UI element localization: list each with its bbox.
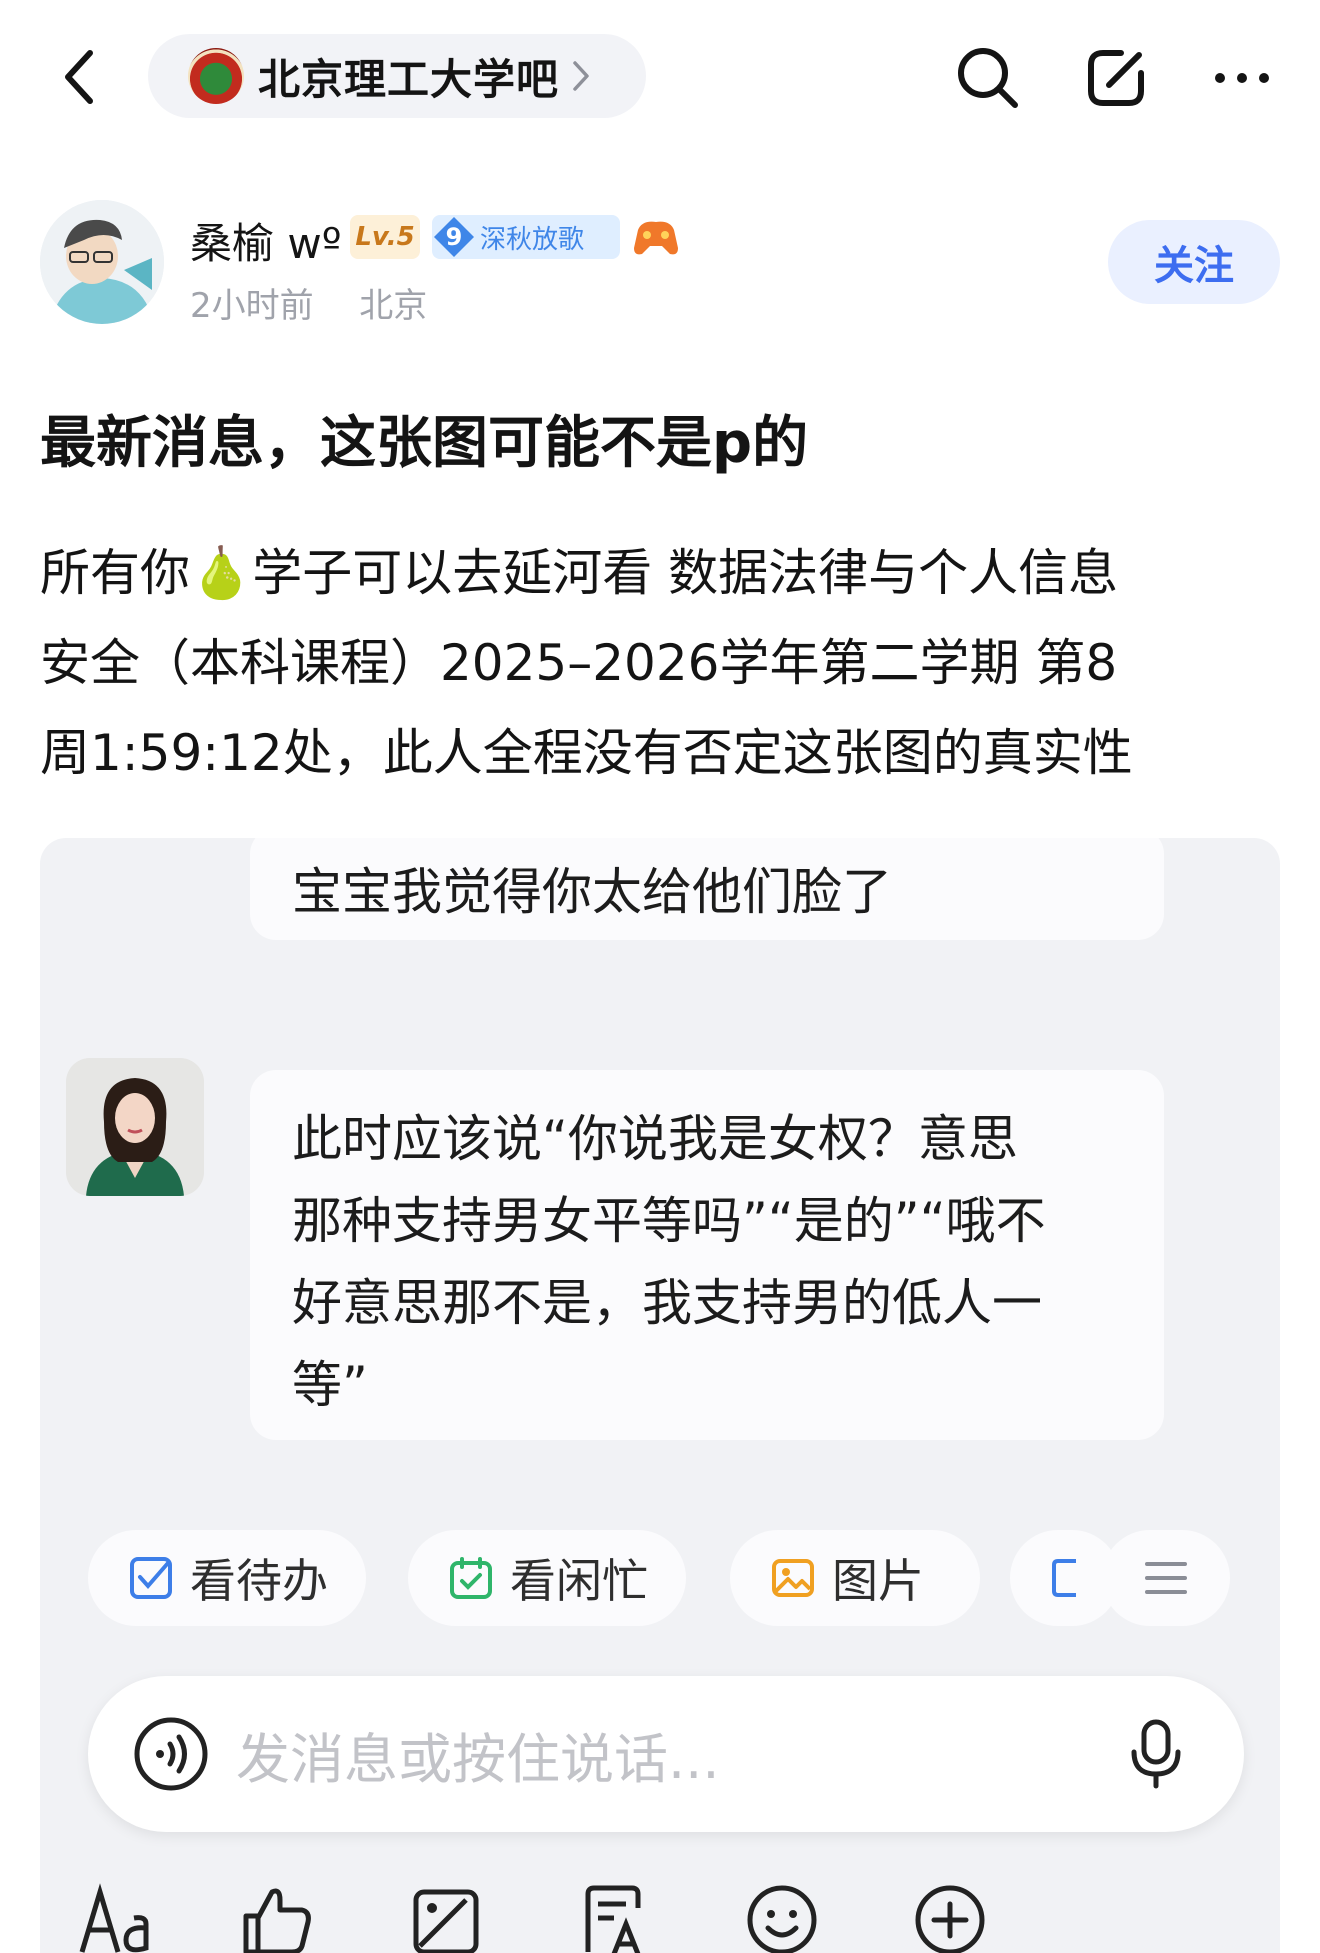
menu-icon	[1145, 1562, 1187, 1594]
post-body-line: 安全（本科课程）2025–2026学年第二学期 第8	[40, 634, 1118, 692]
edit-icon	[1088, 50, 1144, 106]
assistant-avatar	[66, 1058, 204, 1196]
chevron-left-icon	[65, 50, 93, 104]
post-location: 北京	[359, 286, 428, 326]
back-button[interactable]	[50, 42, 110, 112]
chip-image[interactable]: 图片	[730, 1530, 980, 1626]
like-button[interactable]	[236, 1878, 316, 1953]
input-placeholder: 发消息或按住说话...	[236, 1727, 720, 1791]
chip-label: 看待办	[190, 1554, 328, 1608]
chat-toolbar	[40, 1878, 1280, 1953]
chip-label: 看闲忙	[510, 1554, 648, 1608]
forum-name: 北京理工大学吧	[258, 54, 560, 104]
chat-bubble-text: 宝宝我觉得你太给他们脸了	[292, 863, 892, 921]
thumbs-up-icon	[243, 1888, 311, 1953]
more-button[interactable]	[1206, 42, 1278, 114]
post-meta: 2小时前 北京	[190, 278, 427, 327]
voice-wave-icon	[134, 1717, 208, 1791]
add-button[interactable]	[910, 1878, 990, 1953]
photo-icon	[413, 1889, 479, 1953]
portrait-photo	[66, 1058, 204, 1196]
document-icon	[1050, 1555, 1080, 1601]
chip-label: 图片	[832, 1554, 924, 1608]
chat-bubble-line: 此时应该说“你说我是女权？意思	[292, 1110, 1018, 1168]
top-nav-bar: 北京理工大学吧	[0, 0, 1320, 150]
emoji-button[interactable]	[742, 1878, 822, 1953]
calendar-icon	[448, 1555, 494, 1601]
post-body: 所有你🍐学子可以去延河看 数据法律与个人信息 安全（本科课程）2025–2026…	[40, 528, 1290, 798]
chat-bubble-line: 那种支持男女平等吗”“是的”“哦不	[292, 1192, 1046, 1250]
chat-bubble-line: 等”	[292, 1356, 368, 1414]
chat-bubble-top: 宝宝我觉得你太给他们脸了	[250, 838, 1164, 940]
chat-bubble-line: 好意思那不是，我支持男的低人一	[292, 1274, 1042, 1332]
search-button[interactable]	[952, 42, 1024, 114]
post-body-line: 周1:59:12处，此人全程没有否定这张图的真实性	[40, 724, 1133, 782]
microphone-icon[interactable]	[1126, 1718, 1186, 1790]
medal-number: 9	[434, 217, 474, 257]
post-title: 最新消息，这张图可能不是p的	[40, 411, 809, 476]
image-icon	[770, 1555, 816, 1601]
chip-todo[interactable]: 看待办	[88, 1530, 366, 1626]
chat-bubble-main: 此时应该说“你说我是女权？意思 那种支持男女平等吗”“是的”“哦不 好意思那不是…	[250, 1070, 1164, 1440]
medal-badge: 9 深秋放歌	[432, 215, 620, 259]
medal-text: 深秋放歌	[480, 224, 585, 255]
post-body-line: 所有你🍐学子可以去延河看 数据法律与个人信息	[40, 544, 1119, 602]
more-chips-button[interactable]	[1102, 1530, 1230, 1626]
search-icon	[958, 48, 1018, 108]
level-badge: Lv.5	[350, 215, 420, 259]
text-format-button[interactable]	[76, 1878, 156, 1953]
ai-writing-icon	[585, 1885, 641, 1953]
gamepad-icon	[634, 221, 678, 255]
avatar-illustration	[40, 200, 164, 324]
edit-post-button[interactable]	[1080, 42, 1152, 114]
forum-logo	[188, 48, 244, 104]
ai-writing-button[interactable]	[574, 1878, 654, 1953]
author-avatar[interactable]	[40, 200, 164, 324]
forum-link[interactable]: 北京理工大学吧	[148, 34, 646, 118]
photo-button[interactable]	[406, 1878, 486, 1953]
post-time: 2小时前	[190, 286, 314, 326]
post-image[interactable]: 宝宝我觉得你太给他们脸了 此时应该说“你说我是女权？意思 那种支持男女平等吗”“…	[40, 838, 1280, 1953]
follow-button[interactable]: 关注	[1108, 220, 1280, 304]
emoji-icon	[747, 1885, 817, 1953]
checkbox-icon	[128, 1555, 174, 1601]
chip-availability[interactable]: 看闲忙	[408, 1530, 686, 1626]
author-name[interactable]: 桑榆 wº	[190, 210, 342, 271]
plus-circle-icon	[915, 1885, 985, 1953]
chevron-right-icon	[573, 61, 589, 91]
text-format-icon	[79, 1883, 149, 1953]
more-dots-icon	[1215, 73, 1269, 83]
message-input[interactable]: 发消息或按住说话...	[88, 1676, 1244, 1832]
